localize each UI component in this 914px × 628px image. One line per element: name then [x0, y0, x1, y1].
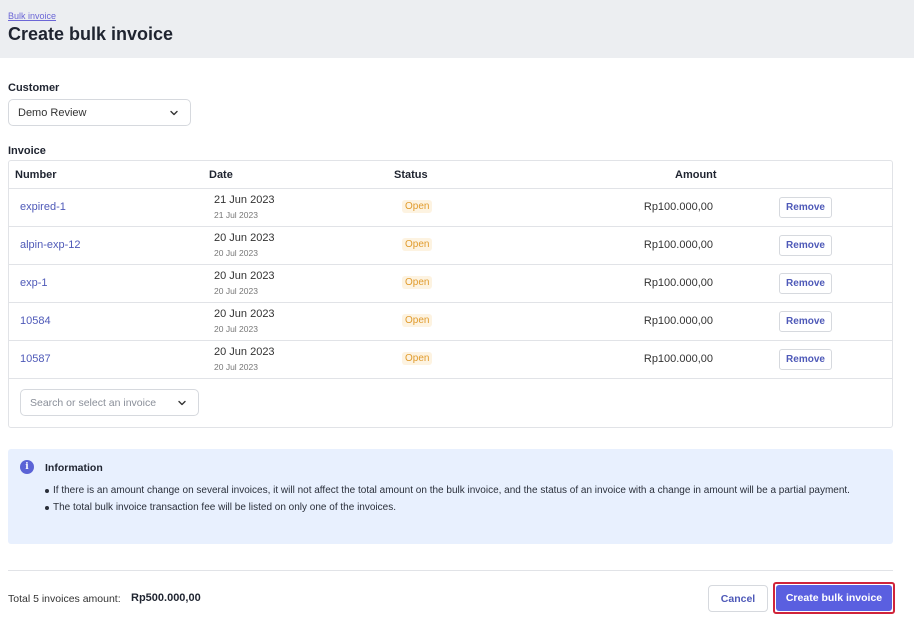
cancel-button[interactable]: Cancel [708, 585, 768, 612]
invoice-number-link[interactable]: expired-1 [20, 201, 66, 213]
invoice-number-link[interactable]: alpin-exp-12 [20, 239, 81, 251]
information-title: Information [45, 462, 103, 474]
status-badge: Open [402, 200, 433, 213]
invoice-amount: Rp100.000,00 [643, 353, 713, 365]
customer-select[interactable]: Demo Review [8, 99, 191, 126]
invoice-due-date: 20 Jul 2023 [214, 362, 258, 372]
table-row: 10584 20 Jun 2023 20 Jul 2023 Open Rp100… [9, 303, 892, 341]
total-amount-value: Rp500.000,00 [131, 592, 201, 604]
status-badge: Open [402, 352, 433, 365]
customer-label: Customer [8, 82, 60, 94]
status-badge: Open [402, 276, 433, 289]
status-badge: Open [402, 238, 433, 251]
create-bulk-invoice-button[interactable]: Create bulk invoice [776, 585, 892, 611]
status-badge: Open [402, 314, 433, 327]
remove-button[interactable]: Remove [779, 235, 832, 256]
invoice-table: Number Date Status Amount expired-1 21 J… [8, 160, 893, 428]
remove-button[interactable]: Remove [779, 273, 832, 294]
invoice-date: 20 Jun 2023 [214, 346, 275, 358]
table-row: 10587 20 Jun 2023 20 Jul 2023 Open Rp100… [9, 341, 892, 379]
info-icon: i [20, 460, 34, 474]
table-row: expired-1 21 Jun 2023 21 Jul 2023 Open R… [9, 189, 892, 227]
column-header-amount: Amount [675, 169, 717, 181]
invoice-date: 21 Jun 2023 [214, 194, 275, 206]
invoice-due-date: 21 Jul 2023 [214, 210, 258, 220]
invoice-number-link[interactable]: exp-1 [20, 277, 48, 289]
page-header: Bulk invoice Create bulk invoice [0, 0, 914, 58]
remove-button[interactable]: Remove [779, 349, 832, 370]
invoice-amount: Rp100.000,00 [643, 315, 713, 327]
column-header-number: Number [15, 169, 57, 181]
information-item: If there is an amount change on several … [45, 482, 883, 499]
column-header-status: Status [394, 169, 428, 181]
information-panel: i Information If there is an amount chan… [8, 449, 893, 544]
invoice-label: Invoice [8, 145, 46, 157]
customer-select-value: Demo Review [18, 106, 87, 119]
breadcrumb-bulk-invoice[interactable]: Bulk invoice [8, 11, 56, 21]
invoice-number-link[interactable]: 10587 [20, 353, 51, 365]
remove-button[interactable]: Remove [779, 311, 832, 332]
table-row: exp-1 20 Jun 2023 20 Jul 2023 Open Rp100… [9, 265, 892, 303]
invoice-date: 20 Jun 2023 [214, 308, 275, 320]
invoice-number-link[interactable]: 10584 [20, 315, 51, 327]
chevron-down-icon [175, 396, 189, 410]
invoice-date: 20 Jun 2023 [214, 232, 275, 244]
table-row: alpin-exp-12 20 Jun 2023 20 Jul 2023 Ope… [9, 227, 892, 265]
invoice-search-input[interactable] [30, 396, 175, 409]
information-item: The total bulk invoice transaction fee w… [45, 499, 883, 516]
chevron-down-icon [167, 106, 181, 120]
invoice-due-date: 20 Jul 2023 [214, 248, 258, 258]
page-title: Create bulk invoice [8, 24, 174, 44]
information-list: If there is an amount change on several … [45, 482, 883, 516]
invoice-due-date: 20 Jul 2023 [214, 324, 258, 334]
invoice-search-select[interactable] [20, 389, 199, 416]
remove-button[interactable]: Remove [779, 197, 832, 218]
invoice-table-header: Number Date Status Amount [9, 161, 892, 189]
invoice-date: 20 Jun 2023 [214, 270, 275, 282]
footer-divider [8, 570, 893, 571]
invoice-due-date: 20 Jul 2023 [214, 286, 258, 296]
total-amount-label: Total 5 invoices amount: [8, 593, 121, 605]
invoice-amount: Rp100.000,00 [643, 277, 713, 289]
invoice-amount: Rp100.000,00 [643, 201, 713, 213]
invoice-amount: Rp100.000,00 [643, 239, 713, 251]
column-header-date: Date [209, 169, 233, 181]
